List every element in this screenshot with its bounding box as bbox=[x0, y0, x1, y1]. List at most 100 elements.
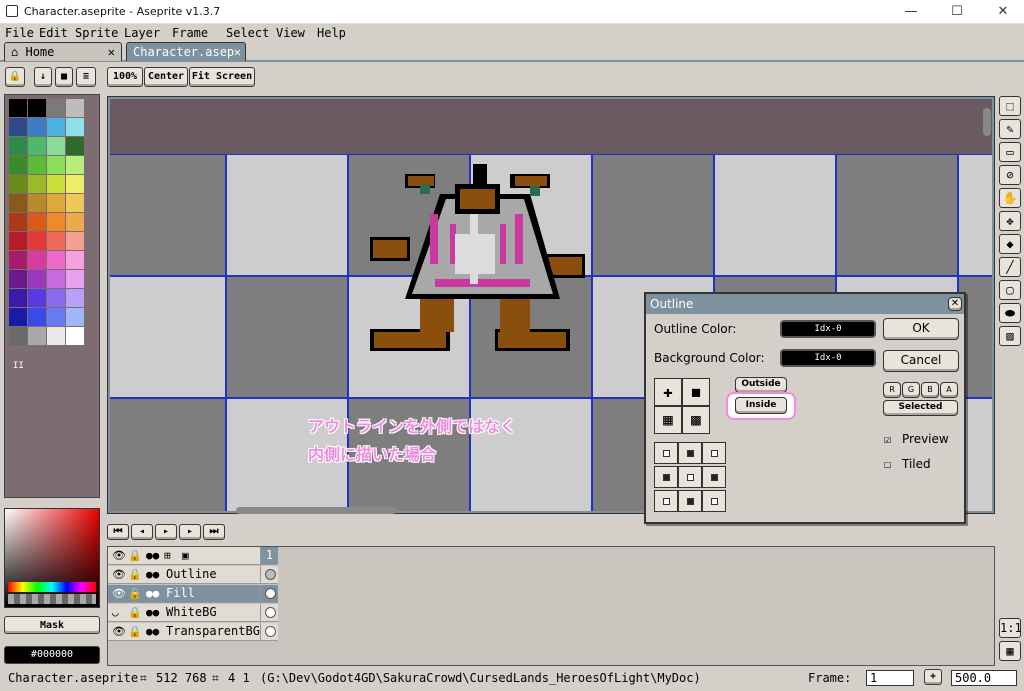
menu-view[interactable]: View bbox=[276, 24, 305, 42]
palette-swatch[interactable] bbox=[9, 175, 27, 193]
lock-icon[interactable]: 🔒 bbox=[128, 549, 142, 562]
preview-checkbox[interactable]: ☑ bbox=[884, 432, 891, 446]
frame-input[interactable]: 1 bbox=[866, 670, 914, 686]
rectangle-tool-icon[interactable]: ▢ bbox=[999, 280, 1021, 300]
film-icon[interactable]: ▦ bbox=[999, 641, 1021, 661]
palette-swatch[interactable] bbox=[9, 308, 27, 326]
palette-swatch[interactable] bbox=[47, 327, 65, 345]
palette-swatch[interactable] bbox=[28, 175, 46, 193]
eye-icon[interactable]: 👁 bbox=[112, 568, 126, 581]
palette-swatch[interactable] bbox=[28, 194, 46, 212]
zoom-input[interactable]: 500.0 bbox=[951, 670, 1017, 686]
fill-bucket-tool-icon[interactable]: ◆ bbox=[999, 234, 1021, 254]
outline-color-field[interactable]: Idx-0 bbox=[780, 320, 876, 338]
palette-swatch[interactable] bbox=[66, 175, 84, 193]
palette-swatch[interactable] bbox=[47, 156, 65, 174]
layer-cel[interactable] bbox=[260, 604, 278, 621]
palette-swatch[interactable] bbox=[66, 289, 84, 307]
link-icon[interactable]: ●● bbox=[146, 625, 159, 638]
palette-swatch[interactable] bbox=[66, 118, 84, 136]
link-icon[interactable]: ●● bbox=[146, 587, 159, 600]
layer-row[interactable]: 👁 🔒 ●● TransparentBG bbox=[108, 623, 278, 641]
menu-sprite[interactable]: Sprite bbox=[75, 24, 118, 42]
horizontal-matrix-icon[interactable]: ▦ bbox=[654, 406, 682, 434]
palette-swatch[interactable] bbox=[28, 137, 46, 155]
tab-close-icon[interactable]: ✕ bbox=[108, 43, 115, 61]
palette-swatch[interactable] bbox=[9, 327, 27, 345]
menu-help[interactable]: Help bbox=[317, 24, 346, 42]
first-frame-icon[interactable]: ⏮ bbox=[107, 524, 129, 540]
placement-cell[interactable] bbox=[702, 466, 726, 488]
palette-swatch[interactable] bbox=[9, 137, 27, 155]
cancel-button[interactable]: Cancel bbox=[883, 350, 959, 372]
eye-icon[interactable]: 👁 bbox=[112, 625, 126, 638]
palette-swatch[interactable] bbox=[9, 289, 27, 307]
palette-swatch[interactable] bbox=[9, 270, 27, 288]
prev-frame-icon[interactable]: ◂ bbox=[131, 524, 153, 540]
palette-swatch[interactable] bbox=[66, 213, 84, 231]
menu-frame[interactable]: Frame bbox=[172, 24, 208, 42]
line-tool-icon[interactable]: ╱ bbox=[999, 257, 1021, 277]
eraser-tool-icon[interactable]: ▭ bbox=[999, 142, 1021, 162]
link-icon[interactable]: ●● bbox=[146, 606, 159, 619]
circle-matrix-icon[interactable]: ✚ bbox=[654, 378, 682, 406]
square-matrix-icon[interactable]: ◼ bbox=[682, 378, 710, 406]
palette-swatch[interactable] bbox=[47, 137, 65, 155]
minimize-button[interactable]: — bbox=[888, 0, 934, 24]
mask-button[interactable]: Mask bbox=[4, 616, 100, 634]
inside-button[interactable]: Inside bbox=[735, 397, 787, 414]
pencil-tool-icon[interactable]: ✎ bbox=[999, 119, 1021, 139]
lock-icon[interactable]: 🔒 bbox=[128, 587, 142, 600]
menu-edit[interactable]: Edit bbox=[39, 24, 68, 42]
channel-g-toggle[interactable]: G bbox=[902, 382, 920, 398]
palette-swatch[interactable] bbox=[66, 137, 84, 155]
tiled-checkbox[interactable]: ☐ bbox=[884, 457, 891, 471]
ok-button[interactable]: OK bbox=[883, 318, 959, 340]
move-tool-icon[interactable]: ✥ bbox=[999, 211, 1021, 231]
fit-screen-button[interactable]: Fit Screen bbox=[189, 67, 255, 87]
lock-icon[interactable]: 🔒 bbox=[128, 625, 142, 638]
palette-swatch[interactable] bbox=[28, 308, 46, 326]
palette-swatch[interactable] bbox=[47, 232, 65, 250]
placement-cell[interactable] bbox=[654, 442, 678, 464]
next-frame-icon[interactable]: ▸ bbox=[179, 524, 201, 540]
palette-swatch[interactable] bbox=[66, 270, 84, 288]
palette-swatch[interactable] bbox=[66, 308, 84, 326]
palette-swatch[interactable] bbox=[9, 99, 27, 117]
placement-cell[interactable] bbox=[678, 466, 702, 488]
palette-swatch[interactable] bbox=[28, 289, 46, 307]
palette-swatch[interactable] bbox=[9, 251, 27, 269]
menu-lines-icon[interactable]: ≡ bbox=[76, 67, 96, 87]
frame-icon[interactable]: ▣ bbox=[182, 549, 189, 562]
palette-swatch[interactable] bbox=[66, 156, 84, 174]
palette-swatch[interactable] bbox=[47, 99, 65, 117]
palette-swatch[interactable] bbox=[28, 156, 46, 174]
eye-icon[interactable]: 👁 bbox=[112, 587, 126, 600]
vertical-matrix-icon[interactable]: ▩ bbox=[682, 406, 710, 434]
menu-layer[interactable]: Layer bbox=[124, 24, 160, 42]
placement-cell[interactable] bbox=[654, 490, 678, 512]
palette-swatch[interactable] bbox=[9, 213, 27, 231]
tab-home[interactable]: ⌂ Home ✕ bbox=[4, 42, 122, 61]
palette-swatch[interactable] bbox=[28, 99, 46, 117]
color-spectrum[interactable] bbox=[4, 508, 100, 608]
palette-swatch[interactable] bbox=[66, 327, 84, 345]
palette-swatch[interactable] bbox=[47, 213, 65, 231]
lock-icon[interactable]: 🔒 bbox=[128, 606, 142, 619]
layers-icon[interactable]: ⊞ bbox=[164, 549, 171, 562]
palette-swatch[interactable] bbox=[28, 251, 46, 269]
lock-icon[interactable]: 🔒 bbox=[128, 568, 142, 581]
hand-tool-icon[interactable]: ✋ bbox=[999, 188, 1021, 208]
palette-swatch[interactable] bbox=[66, 99, 84, 117]
palette-swatch[interactable] bbox=[28, 213, 46, 231]
selected-button[interactable]: Selected bbox=[883, 400, 958, 416]
blur-tool-icon[interactable]: ▨ bbox=[999, 326, 1021, 346]
palette-swatch[interactable] bbox=[28, 270, 46, 288]
palette-swatch[interactable] bbox=[28, 327, 46, 345]
placement-cell[interactable] bbox=[702, 490, 726, 512]
palette-swatch[interactable] bbox=[66, 251, 84, 269]
lock-icon[interactable]: 🔒 bbox=[5, 67, 25, 87]
menu-select[interactable]: Select bbox=[226, 24, 269, 42]
palette-swatch[interactable] bbox=[28, 118, 46, 136]
close-window-button[interactable]: ✕ bbox=[980, 0, 1024, 24]
